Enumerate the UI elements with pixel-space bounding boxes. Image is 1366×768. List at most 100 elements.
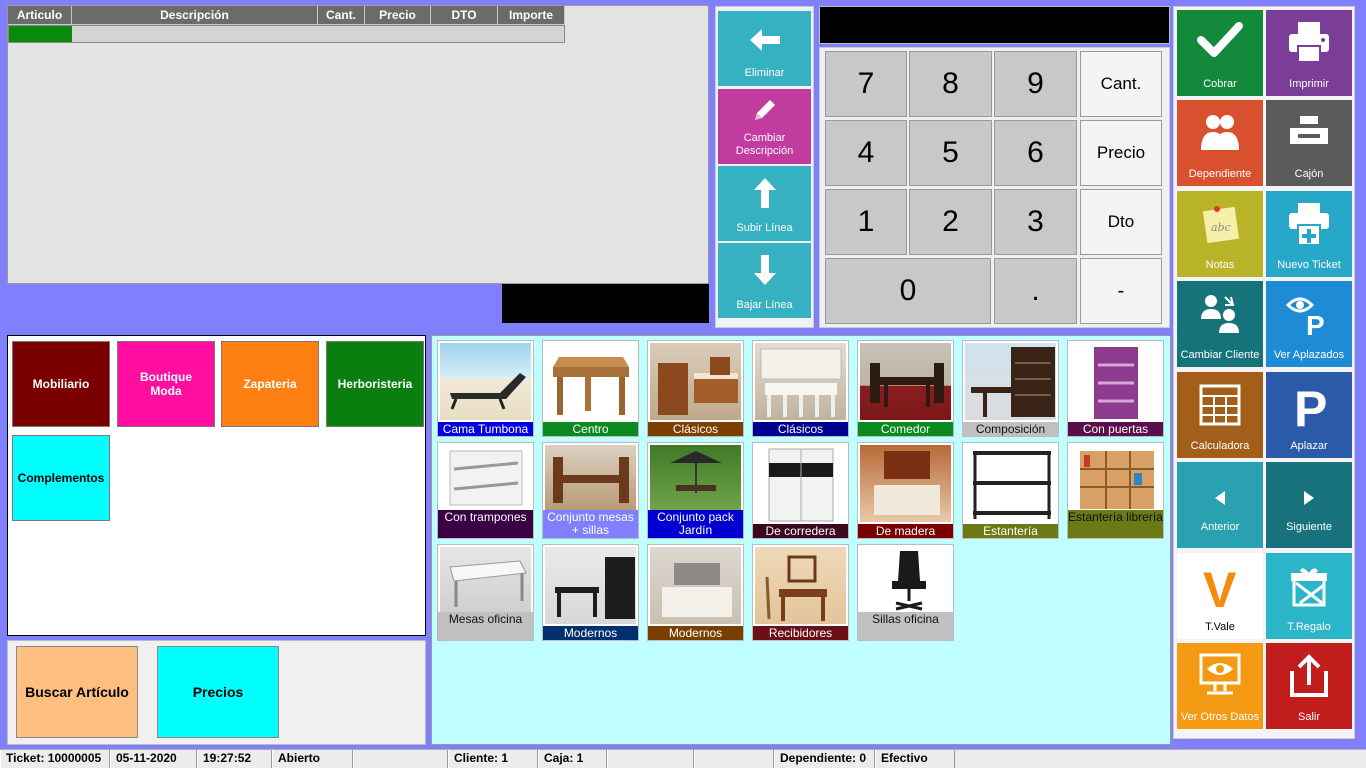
column-dto[interactable]: DTO [431,6,498,25]
family-complementos[interactable]: Complementos [12,435,110,521]
product-conjunto-mesas-sillas[interactable]: Conjunto mesas + sillas [542,442,639,539]
product-cama-tumbona[interactable]: Cama Tumbona [437,340,534,437]
product-image [1070,343,1161,420]
key-5[interactable]: 5 [909,120,992,186]
ticket-lines-grid[interactable]: Articulo Descripción Cant. Precio DTO Im… [7,5,709,284]
product-label: Composición [963,422,1058,436]
key-4[interactable]: 4 [825,120,907,186]
product-de-corredera[interactable]: De corredera [752,442,849,539]
product-recibidores[interactable]: Recibidores [752,544,849,641]
eliminar-button[interactable]: Eliminar [718,11,811,86]
key-8[interactable]: 8 [909,51,992,117]
salir-label: Salir [1297,711,1320,723]
ver-aplazados-button[interactable]: P Ver Aplazados [1266,281,1352,367]
column-articulo[interactable]: Articulo [8,6,72,25]
column-precio[interactable]: Precio [365,6,431,25]
status-date: 05-11-2020 [110,750,197,768]
product-composicion[interactable]: Composición [962,340,1059,437]
product-modernos-1[interactable]: Modernos [542,544,639,641]
column-importe[interactable]: Importe [498,6,565,25]
cambiar-cliente-button[interactable]: Cambiar Cliente [1177,281,1263,367]
bajar-linea-button[interactable]: Bajar Línea [718,243,811,318]
triangle-right-icon [1304,491,1314,505]
table-row[interactable] [8,25,565,43]
ver-otros-datos-button[interactable]: Ver Otros Datos [1177,643,1263,729]
product-image [650,343,741,420]
product-label: Mesas oficina [438,612,533,640]
product-image [545,343,636,420]
column-cantidad[interactable]: Cant. [318,6,365,25]
product-comedor[interactable]: Comedor [857,340,954,437]
key-6[interactable]: 6 [994,120,1077,186]
product-mesas-oficina[interactable]: Mesas oficina [437,544,534,641]
product-image [965,343,1056,420]
status-state: Abierto [272,750,353,768]
key-1[interactable]: 1 [825,189,907,255]
tvale-button[interactable]: V T.Vale [1177,553,1263,639]
product-con-trampones[interactable]: Con trampones [437,442,534,539]
printer-icon [1289,22,1329,63]
table-cell[interactable] [72,26,564,42]
product-clasicos-2[interactable]: Clásicos [752,340,849,437]
product-estanteria-libreria[interactable]: Estantería librería [1067,442,1164,539]
key-0[interactable]: 0 [825,258,991,324]
family-zapateria[interactable]: Zapateria [221,341,319,427]
key-3[interactable]: 3 [994,189,1077,255]
family-herboristeria[interactable]: Herboristeria [326,341,424,427]
subir-linea-label: Subir Línea [736,222,793,234]
status-empty-1 [353,750,448,768]
aplazar-button[interactable]: P Aplazar [1266,372,1352,458]
gift-icon [1291,568,1327,607]
monitor-eye-icon [1199,653,1241,695]
key-9[interactable]: 9 [994,51,1077,117]
dependiente-button[interactable]: Dependiente [1177,100,1263,186]
product-de-madera[interactable]: De madera [857,442,954,539]
nuevo-ticket-button[interactable]: Nuevo Ticket [1266,191,1352,277]
function-tiles-panel: Cobrar Imprimir Dependiente Cajón abc No… [1173,6,1355,739]
notas-button[interactable]: abc Notas [1177,191,1263,277]
product-image [755,445,846,522]
key-2[interactable]: 2 [909,189,992,255]
anterior-label: Anterior [1200,521,1240,533]
buscar-articulo-button[interactable]: Buscar Artículo [16,646,138,738]
status-payment: Efectivo [875,750,955,768]
imprimir-button[interactable]: Imprimir [1266,10,1352,96]
cambiar-descripcion-button[interactable]: Cambiar Descripción [718,89,811,164]
tregalo-button[interactable]: T.Regalo [1266,553,1352,639]
calculadora-button[interactable]: Calculadora [1177,372,1263,458]
cant-button[interactable]: Cant. [1080,51,1162,117]
cajon-button[interactable]: Cajón [1266,100,1352,186]
column-descripcion[interactable]: Descripción [72,6,318,25]
eliminar-label: Eliminar [744,67,785,79]
product-clasicos-1[interactable]: Clásicos [647,340,744,437]
family-boutique-moda[interactable]: Boutique Moda [117,341,215,427]
product-image [860,343,951,420]
siguiente-button[interactable]: Siguiente [1266,462,1352,548]
product-label: Centro [543,422,638,436]
family-mobiliario[interactable]: Mobiliario [12,341,110,427]
status-bar: Ticket: 10000005 05-11-2020 19:27:52 Abi… [0,749,1366,768]
key-decimal[interactable]: . [994,258,1077,324]
cobrar-button[interactable]: Cobrar [1177,10,1263,96]
table-cell-selected[interactable] [9,26,72,42]
anterior-button[interactable]: Anterior [1177,462,1263,548]
precio-button[interactable]: Precio [1080,120,1162,186]
product-label: Sillas oficina [858,612,953,640]
product-con-puertas[interactable]: Con puertas [1067,340,1164,437]
users-icon [1201,115,1239,150]
product-image [860,445,951,522]
key-7[interactable]: 7 [825,51,907,117]
product-image [965,445,1056,522]
product-sillas-oficina[interactable]: Sillas oficina [857,544,954,641]
dto-button[interactable]: Dto [1080,189,1162,255]
product-centro[interactable]: Centro [542,340,639,437]
ticket-grid-header: Articulo Descripción Cant. Precio DTO Im… [8,6,565,25]
key-minus[interactable]: - [1080,258,1162,324]
product-estanteria[interactable]: Estantería [962,442,1059,539]
product-modernos-2[interactable]: Modernos [647,544,744,641]
numeric-keypad: 7 8 9 Cant. 4 5 6 Precio 1 2 3 Dto 0 . - [819,47,1170,328]
product-conjunto-pack-jardin[interactable]: Conjunto pack Jardín [647,442,744,539]
precios-button[interactable]: Precios [157,646,279,738]
subir-linea-button[interactable]: Subir Línea [718,166,811,241]
salir-button[interactable]: Salir [1266,643,1352,729]
